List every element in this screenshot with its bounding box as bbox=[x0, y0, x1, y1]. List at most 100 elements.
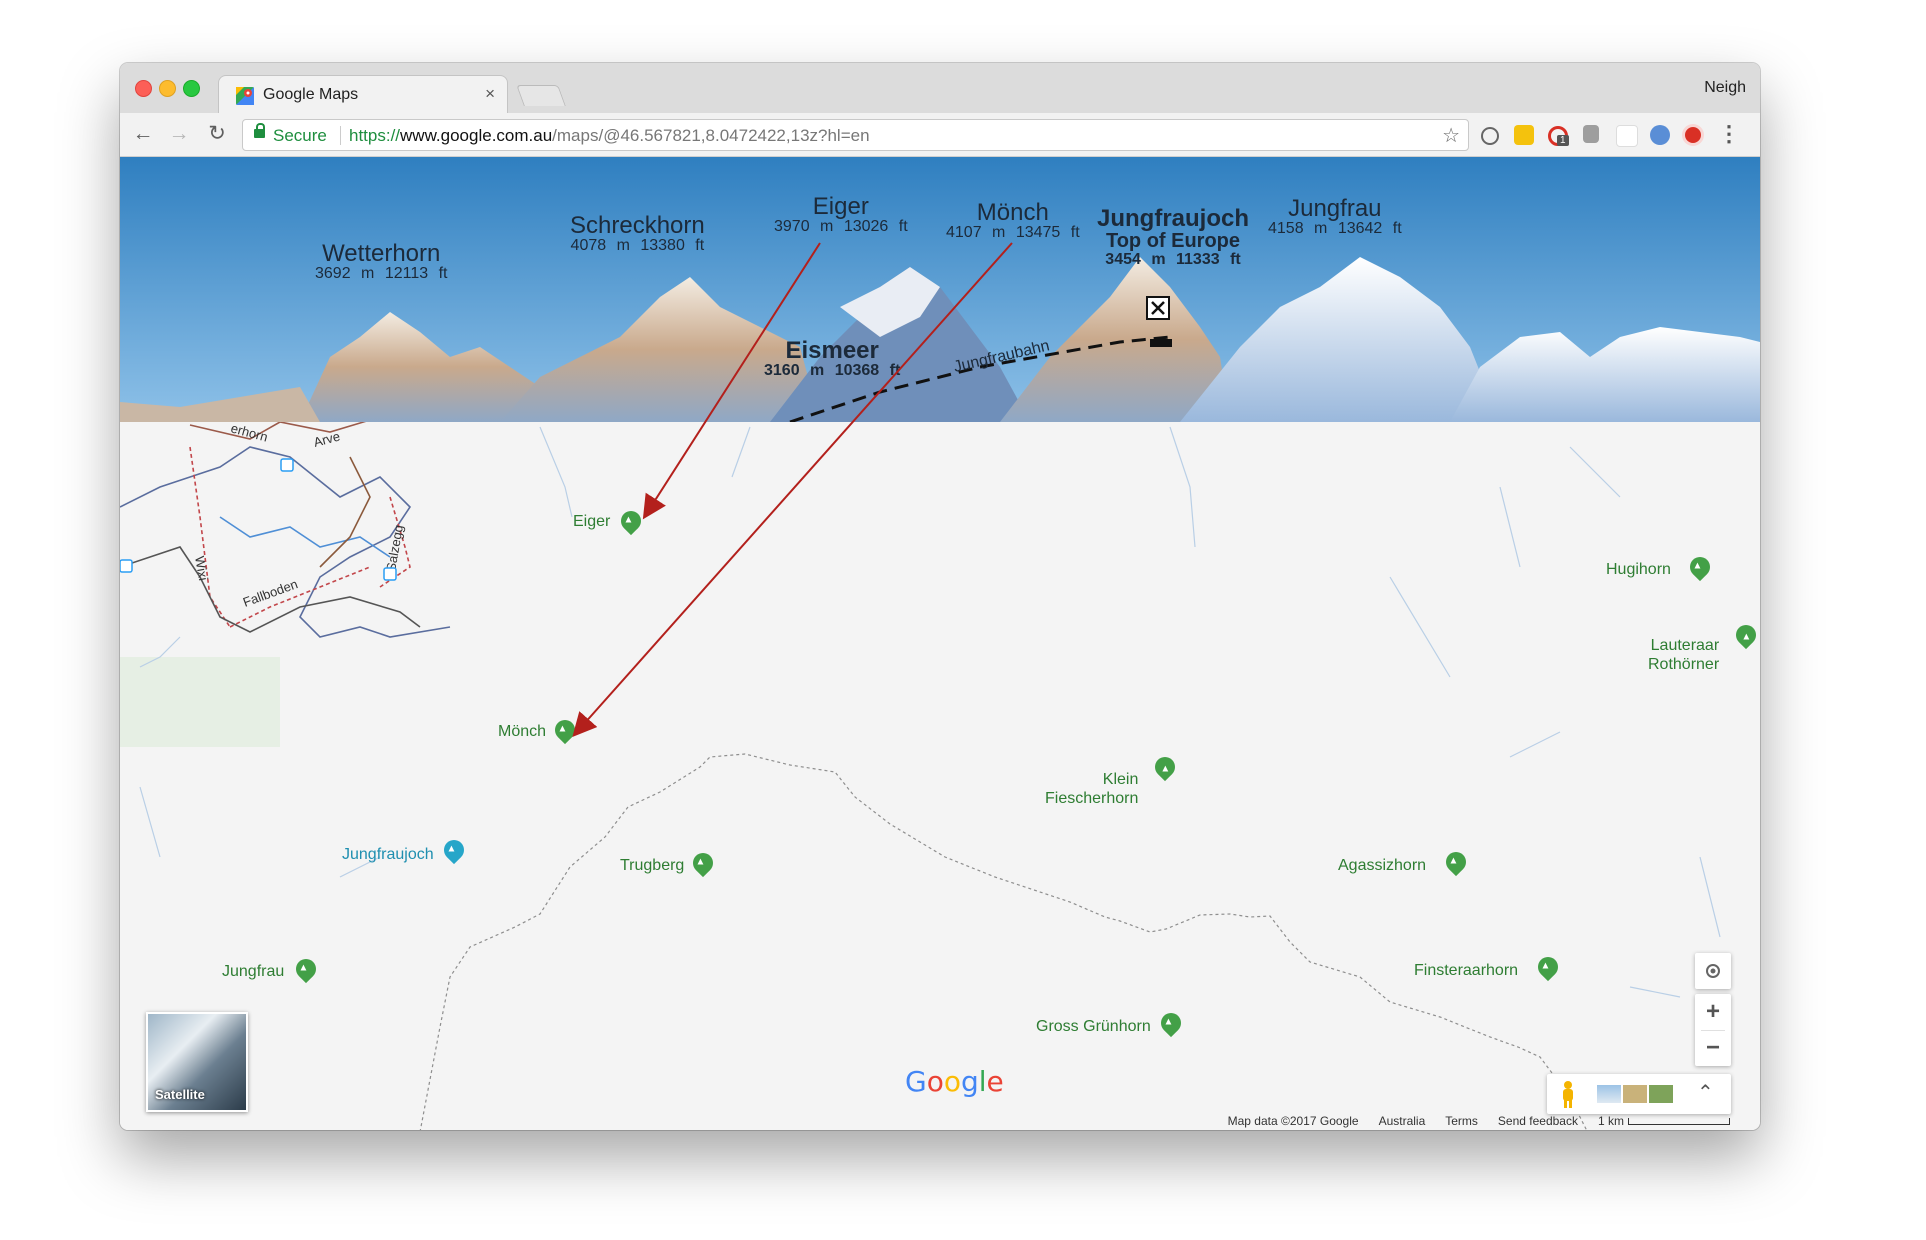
trail-label-wixi: Wixi bbox=[192, 555, 211, 582]
pano-label-schreckhorn: Schreckhorn 4078 m 13380 ft bbox=[570, 213, 705, 255]
region-link[interactable]: Australia bbox=[1379, 1114, 1426, 1128]
browser-window: Google Maps × Neigh ← → ↻ Secure https:/… bbox=[120, 63, 1760, 1130]
pano-peak-name: Wetterhorn bbox=[322, 240, 441, 267]
pano-peak-elevation: 3970 m 13026 ft bbox=[774, 218, 908, 236]
reload-button[interactable]: ↻ bbox=[204, 120, 230, 148]
pano-peak-subtitle: Top of Europe bbox=[1105, 230, 1241, 253]
poi-gross-grunhorn[interactable]: Gross Grünhorn bbox=[1036, 1008, 1186, 1038]
poi-jungfrau[interactable]: Jungfrau bbox=[222, 954, 321, 984]
window-maximize-button[interactable] bbox=[183, 80, 200, 97]
blank-extension-icon[interactable] bbox=[1616, 125, 1638, 147]
expand-layers-icon[interactable]: ⌃ bbox=[1697, 1080, 1714, 1105]
terrain-layer-thumbnail[interactable] bbox=[1597, 1085, 1621, 1103]
badge-extension-icon[interactable]: 1 bbox=[1548, 126, 1569, 146]
browser-menu-icon[interactable]: ⋮ bbox=[1718, 121, 1740, 147]
poi-trugberg[interactable]: Trugberg bbox=[620, 848, 718, 878]
transit-layer-thumbnail[interactable] bbox=[1649, 1085, 1673, 1103]
poi-finsteraarhorn[interactable]: Finsteraarhorn bbox=[1414, 952, 1563, 982]
pano-peak-elevation: 3160 m 10368 ft bbox=[764, 362, 901, 380]
history-extension-icon[interactable] bbox=[1481, 127, 1499, 145]
satellite-label: Satellite bbox=[155, 1087, 205, 1102]
google-logo: Google bbox=[905, 1065, 1004, 1098]
tab-close-icon[interactable]: × bbox=[485, 84, 495, 104]
browser-toolbar: ← → ↻ Secure https://www.google.com.au/m… bbox=[120, 113, 1760, 157]
gondola-station-icon[interactable] bbox=[120, 559, 133, 573]
notes-extension-icon[interactable] bbox=[1514, 125, 1534, 145]
poi-label: Eiger bbox=[573, 513, 611, 530]
omnibox-divider bbox=[340, 126, 341, 145]
meadow-area bbox=[120, 657, 280, 747]
profile-name[interactable]: Neigh bbox=[1704, 79, 1746, 97]
window-minimize-button[interactable] bbox=[159, 80, 176, 97]
satellite-toggle-button[interactable]: Satellite bbox=[146, 1012, 248, 1112]
glacier-streams bbox=[139, 426, 1721, 998]
pegman-icon[interactable] bbox=[1553, 1074, 1583, 1114]
gondola-station-icon[interactable] bbox=[383, 567, 397, 581]
poi-label: Jungfrau bbox=[222, 963, 285, 980]
zoom-in-button[interactable]: + bbox=[1695, 994, 1731, 1030]
pano-peak-elevation: 4158 m 13642 ft bbox=[1268, 220, 1402, 238]
trail-label-erhorn: erhorn bbox=[229, 420, 269, 444]
poi-lauteraar-rothorner[interactable]: Lauteraar Rothörner bbox=[1648, 617, 1760, 693]
clipboard-extension-icon[interactable] bbox=[1583, 125, 1599, 143]
trail-label-fallboden: Fallboden bbox=[241, 576, 300, 610]
address-bar[interactable]: Secure https://www.google.com.au/maps/@4… bbox=[242, 119, 1469, 151]
poi-klein-fiescherhorn[interactable]: Klein Fiescherhorn bbox=[1045, 751, 1180, 827]
pano-peak-elevation: 3454 m 11333 ft bbox=[1105, 251, 1241, 269]
map-footer: Map data ©2017 Google Australia Terms Se… bbox=[1228, 1114, 1730, 1128]
location-target-icon bbox=[1706, 964, 1720, 978]
poi-hugihorn[interactable]: Hugihorn bbox=[1606, 552, 1715, 582]
traffic-layer-thumbnail[interactable] bbox=[1623, 1085, 1647, 1103]
poi-eiger[interactable]: Eiger bbox=[573, 506, 646, 536]
gondola-station-icon[interactable] bbox=[280, 458, 294, 472]
zoom-out-button[interactable]: − bbox=[1695, 1030, 1731, 1066]
poi-monch[interactable]: Mönch bbox=[498, 715, 580, 745]
zoom-control: + − bbox=[1695, 994, 1731, 1066]
url-scheme: https:// bbox=[349, 126, 401, 145]
scale-label: 1 km bbox=[1597, 1114, 1624, 1128]
poi-label: Trugberg bbox=[620, 857, 685, 874]
logo-letter: l bbox=[978, 1065, 987, 1098]
map-canvas[interactable]: Arve Wixi Fallboden Salzegg erhorn Jungf… bbox=[120, 157, 1760, 1130]
bookmark-star-icon[interactable]: ☆ bbox=[1442, 123, 1460, 148]
poi-label: Finsteraarhorn bbox=[1414, 962, 1519, 979]
pano-label-eismeer: Eismeer 3160 m 10368 ft bbox=[764, 338, 900, 380]
window-close-button[interactable] bbox=[135, 80, 152, 97]
pano-peak-name: Eismeer bbox=[785, 337, 879, 364]
record-extension-icon[interactable] bbox=[1685, 127, 1701, 143]
new-tab-button[interactable] bbox=[516, 85, 566, 106]
send-feedback-link[interactable]: Send feedback bbox=[1498, 1114, 1578, 1128]
url-text[interactable]: https://www.google.com.au/maps/@46.56782… bbox=[349, 126, 870, 146]
pano-peak-name: Jungfraujoch bbox=[1097, 205, 1250, 232]
pano-label-wetterhorn: Wetterhorn 3692 m 12113 ft bbox=[315, 241, 447, 283]
terms-link[interactable]: Terms bbox=[1445, 1114, 1478, 1128]
poi-label: Lauteraar Rothörner bbox=[1648, 637, 1720, 673]
scale-control[interactable]: 1 km bbox=[1598, 1114, 1730, 1128]
back-button[interactable]: ← bbox=[130, 120, 156, 148]
poi-agassizhorn[interactable]: Agassizhorn bbox=[1338, 847, 1471, 877]
poi-jungfraujoch[interactable]: Jungfraujoch bbox=[342, 835, 469, 865]
station-marker bbox=[1150, 339, 1172, 347]
timer-extension-icon[interactable] bbox=[1650, 125, 1670, 145]
logo-letter: G bbox=[905, 1065, 927, 1098]
pano-peak-elevation: 4078 m 13380 ft bbox=[570, 237, 705, 255]
pano-label-monch: Mönch 4107 m 13475 ft bbox=[946, 200, 1080, 242]
pano-peak-name: Mönch bbox=[976, 199, 1049, 226]
my-location-button[interactable] bbox=[1695, 953, 1731, 989]
tab-google-maps[interactable]: Google Maps × bbox=[218, 75, 508, 113]
logo-letter: e bbox=[986, 1065, 1004, 1098]
poi-label: Klein Fiescherhorn bbox=[1045, 771, 1139, 807]
google-maps-icon bbox=[236, 87, 254, 105]
pano-label-jungfraujoch: Jungfraujoch Top of Europe 3454 m 11333 … bbox=[1097, 206, 1249, 269]
map-data-attribution: Map data ©2017 Google bbox=[1227, 1114, 1359, 1128]
url-host: www.google.com.au bbox=[400, 126, 553, 145]
pano-label-jungfrau: Jungfrau 4158 m 13642 ft bbox=[1268, 196, 1402, 238]
logo-letter: g bbox=[960, 1065, 979, 1098]
secure-label: Secure bbox=[273, 126, 327, 145]
extension-badge: 1 bbox=[1557, 135, 1569, 146]
lock-icon bbox=[254, 123, 265, 138]
layer-strip: ⌃ bbox=[1547, 1074, 1731, 1114]
forward-button[interactable]: → bbox=[166, 120, 192, 148]
logo-letter: o bbox=[943, 1065, 961, 1098]
poi-label: Mönch bbox=[498, 723, 547, 740]
